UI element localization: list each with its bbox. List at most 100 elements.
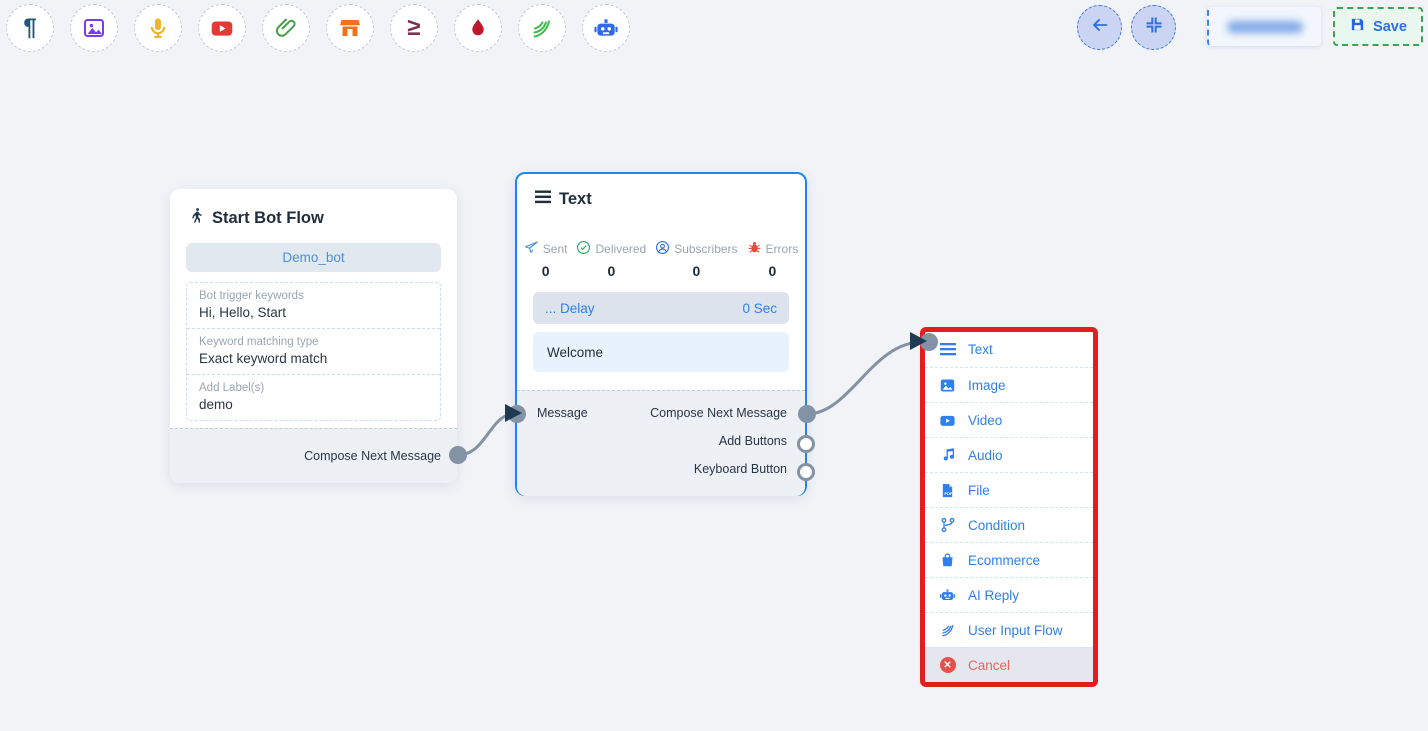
stat-label: Errors — [766, 242, 799, 256]
field-bot-trigger-keywords[interactable]: Bot trigger keywords Hi, Hello, Start — [187, 283, 440, 328]
start-node-header: Start Bot Flow — [188, 206, 324, 230]
field-value: demo — [199, 397, 428, 412]
stat-delivered: Delivered 0 — [576, 240, 646, 279]
start-node-title: Start Bot Flow — [212, 209, 324, 228]
field-label: Bot trigger keywords — [199, 290, 428, 302]
signature-icon — [530, 16, 554, 40]
store-icon — [338, 16, 362, 40]
back-button[interactable] — [1077, 5, 1122, 50]
field-add-labels[interactable]: Add Label(s) demo — [187, 374, 440, 420]
fit-view-button[interactable] — [1131, 5, 1176, 50]
cancel-icon: ✕ — [939, 657, 956, 673]
toolbar-text-element[interactable]: ¶ — [6, 4, 54, 52]
menu-item-image[interactable]: Image — [925, 367, 1093, 402]
toolbar-audio-element[interactable] — [134, 4, 182, 52]
wire-text-to-menu — [807, 342, 922, 414]
stat-value: 0 — [692, 263, 700, 279]
delay-setting[interactable]: ... Delay 0 Sec — [533, 292, 789, 324]
menu-item-file[interactable]: PDF File — [925, 472, 1093, 507]
menu-item-ai-reply[interactable]: AI Reply — [925, 577, 1093, 612]
field-label: Add Label(s) — [199, 382, 428, 394]
field-keyword-matching-type[interactable]: Keyword matching type Exact keyword matc… — [187, 328, 440, 374]
compose-next-message-output-label: Compose Next Message — [650, 406, 787, 420]
save-button[interactable]: Save — [1333, 7, 1423, 46]
check-circle-icon — [576, 240, 591, 258]
toolbar-ecommerce-element[interactable] — [326, 4, 374, 52]
menu-item-label: Text — [968, 342, 993, 357]
toolbar-file-element[interactable] — [262, 4, 310, 52]
stat-errors: Errors 0 — [747, 240, 799, 279]
menu-item-user-input-flow[interactable]: User Input Flow — [925, 612, 1093, 647]
menu-item-label: User Input Flow — [968, 623, 1063, 638]
toolbar-ai-reply-element[interactable] — [582, 4, 630, 52]
stat-label: Sent — [543, 242, 568, 256]
menu-item-text[interactable]: Text — [925, 332, 1093, 367]
toolbar-sequence-element[interactable]: ≥ — [390, 4, 438, 52]
add-buttons-output-label: Add Buttons — [719, 434, 787, 448]
text-node-title: Text — [559, 190, 592, 209]
text-message-node[interactable]: Text Sent 0 Delivered 0 Subscri — [515, 172, 807, 496]
condition-icon — [939, 517, 956, 533]
text-node-header: Text — [535, 190, 592, 209]
send-icon — [524, 240, 539, 258]
svg-text:PDF: PDF — [944, 491, 953, 496]
stat-value: 0 — [542, 263, 550, 279]
delay-value: 0 Sec — [742, 301, 777, 316]
message-input-label: Message — [537, 406, 588, 420]
stat-value: 0 — [768, 263, 776, 279]
toolbar-video-element[interactable] — [198, 4, 246, 52]
add-buttons-port[interactable] — [797, 435, 815, 453]
menu-item-label: Condition — [968, 518, 1025, 533]
message-text-box[interactable]: Welcome — [533, 332, 789, 372]
field-label: Keyword matching type — [199, 336, 428, 348]
stat-label: Delivered — [595, 242, 646, 256]
ecommerce-bag-icon — [939, 552, 956, 568]
hamburger-icon — [535, 190, 551, 209]
field-value: Hi, Hello, Start — [199, 305, 428, 320]
menu-item-video[interactable]: Video — [925, 402, 1093, 437]
bot-name-button[interactable]: Demo_bot — [186, 243, 441, 272]
youtube-icon — [209, 15, 235, 41]
menu-item-label: Audio — [968, 448, 1003, 463]
menu-item-ecommerce[interactable]: Ecommerce — [925, 542, 1093, 577]
save-label: Save — [1373, 19, 1407, 35]
audio-icon — [939, 447, 956, 463]
field-value: Exact keyword match — [199, 351, 428, 366]
walking-person-icon — [188, 206, 205, 230]
gte-icon: ≥ — [407, 16, 420, 40]
keyboard-button-port[interactable] — [797, 463, 815, 481]
robot-icon — [593, 15, 619, 41]
menu-item-label: Ecommerce — [968, 553, 1040, 568]
compose-next-message-output-label: Compose Next Message — [304, 449, 441, 463]
toolbar-drip-element[interactable] — [454, 4, 502, 52]
start-node-fields: Bot trigger keywords Hi, Hello, Start Ke… — [186, 282, 441, 421]
menu-item-condition[interactable]: Condition — [925, 507, 1093, 542]
ai-reply-robot-icon — [939, 586, 956, 604]
start-node-footer: Compose Next Message — [170, 428, 457, 483]
keyboard-button-output-label: Keyboard Button — [694, 462, 787, 476]
delay-label: ... Delay — [545, 301, 595, 316]
redacted-button[interactable] — [1207, 7, 1321, 46]
image-icon — [939, 377, 956, 394]
menu-item-cancel[interactable]: ✕ Cancel — [925, 647, 1093, 682]
compress-icon — [1144, 15, 1164, 40]
menu-item-label: Image — [968, 378, 1006, 393]
bug-icon — [747, 240, 762, 258]
paperclip-icon — [274, 16, 298, 40]
toolbar-user-input-element[interactable] — [518, 4, 566, 52]
microphone-icon — [146, 16, 170, 40]
drop-icon — [467, 17, 489, 39]
start-bot-flow-node[interactable]: Start Bot Flow Demo_bot Bot trigger keyw… — [170, 189, 457, 483]
toolbar-image-element[interactable] — [70, 4, 118, 52]
stat-value: 0 — [607, 263, 615, 279]
text-icon — [939, 343, 956, 356]
stat-sent: Sent 0 — [524, 240, 568, 279]
menu-item-label: Video — [968, 413, 1002, 428]
text-node-footer: Message Compose Next Message Add Buttons… — [517, 390, 805, 496]
menu-item-label: File — [968, 483, 990, 498]
text-node-stats: Sent 0 Delivered 0 Subscribers 0 — [527, 240, 795, 279]
menu-item-label: Cancel — [968, 658, 1010, 673]
video-icon — [939, 412, 956, 429]
menu-item-audio[interactable]: Audio — [925, 437, 1093, 472]
image-icon — [82, 16, 106, 40]
